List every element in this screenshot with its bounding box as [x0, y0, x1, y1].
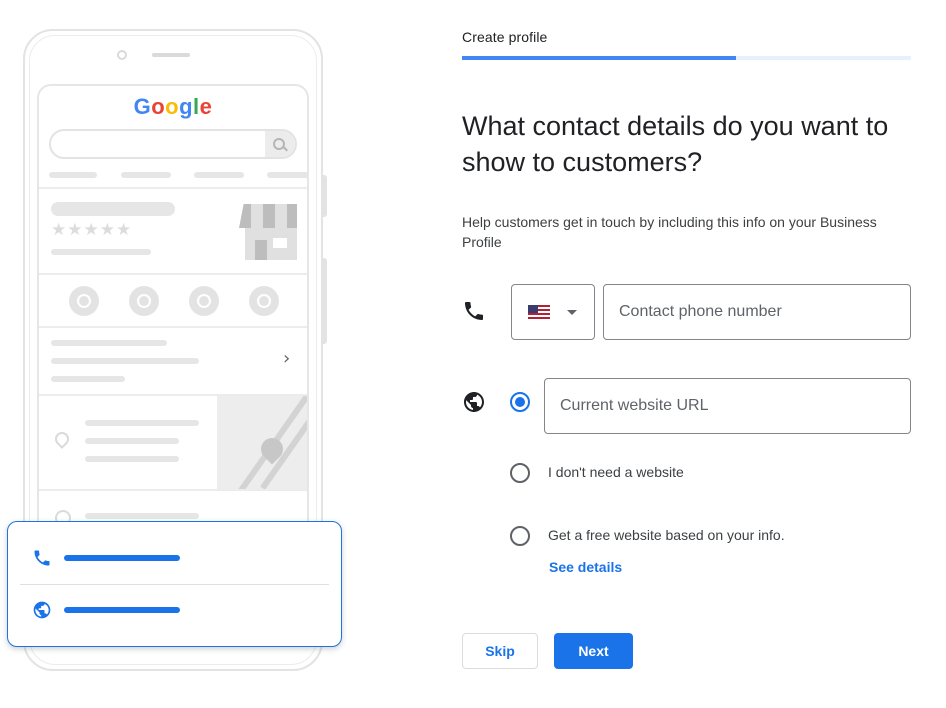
- mock-line: [51, 249, 151, 255]
- mock-tab: [194, 172, 244, 178]
- call-circle-icon: [69, 286, 99, 316]
- logo-letter: g: [179, 94, 194, 119]
- mock-line: [85, 420, 199, 426]
- mock-search-bar: [49, 129, 297, 159]
- phone-number-input[interactable]: [603, 284, 911, 340]
- step-label: Create profile: [462, 29, 548, 45]
- website-url-radio[interactable]: [510, 392, 530, 412]
- contact-preview-card: [7, 521, 342, 647]
- divider: [39, 489, 307, 491]
- no-website-radio[interactable]: [510, 463, 530, 483]
- mock-line: [51, 376, 125, 382]
- country-code-select[interactable]: [511, 284, 595, 340]
- phone-speaker: [152, 53, 190, 57]
- phone-side-button: [322, 175, 327, 217]
- no-website-label[interactable]: I don't need a website: [548, 464, 684, 480]
- mock-line: [85, 513, 199, 519]
- mock-line: [51, 340, 167, 346]
- directions-circle-icon: [129, 286, 159, 316]
- phone-preview-line: [64, 555, 180, 561]
- logo-letter: e: [199, 94, 213, 119]
- progress-bar: [462, 56, 911, 60]
- phone-illustration: Google ★★★★★ ›: [0, 0, 360, 708]
- mock-line: [85, 438, 179, 444]
- bookmark-circle-icon: [189, 286, 219, 316]
- location-pin-icon: [52, 429, 72, 449]
- phone-icon: [465, 302, 483, 320]
- website-url-input[interactable]: [544, 378, 911, 434]
- free-website-radio[interactable]: [510, 526, 530, 546]
- help-text: Help customers get in touch by including…: [462, 214, 877, 250]
- phone-camera: [117, 50, 127, 60]
- mock-line: [85, 456, 179, 462]
- google-logo: Google: [39, 94, 307, 120]
- divider: [39, 273, 307, 275]
- skip-button[interactable]: Skip: [462, 633, 538, 669]
- logo-letter: l: [193, 94, 200, 119]
- rating-stars: ★★★★★: [51, 220, 133, 240]
- search-icon: [265, 131, 295, 157]
- mock-title: [51, 202, 175, 216]
- storefront-icon: [239, 204, 297, 260]
- phone-side-button: [322, 258, 327, 344]
- next-button[interactable]: Next: [554, 633, 633, 669]
- map-thumbnail: [217, 396, 307, 489]
- mock-line: [51, 358, 199, 364]
- mock-tab: [121, 172, 171, 178]
- mock-tab: [49, 172, 97, 178]
- phone-icon: [34, 550, 50, 566]
- chevron-right-icon: ›: [283, 348, 291, 369]
- progress-fill: [462, 56, 736, 60]
- divider: [20, 584, 329, 585]
- see-details-link[interactable]: See details: [549, 559, 622, 575]
- dropdown-arrow-icon: [567, 310, 577, 315]
- logo-letter: o: [151, 94, 166, 119]
- website-preview-line: [64, 607, 180, 613]
- logo-letter: G: [133, 94, 152, 119]
- divider: [39, 326, 307, 328]
- logo-letter: o: [165, 94, 180, 119]
- website-circle-icon: [249, 286, 279, 316]
- us-flag-icon: [528, 305, 550, 319]
- globe-icon: [33, 601, 51, 619]
- page-title: What contact details do you want to show…: [462, 111, 889, 177]
- free-website-label[interactable]: Get a free website based on your info.: [548, 527, 785, 543]
- divider: [39, 187, 307, 189]
- mock-tab: [267, 172, 307, 178]
- globe-icon: [464, 392, 484, 412]
